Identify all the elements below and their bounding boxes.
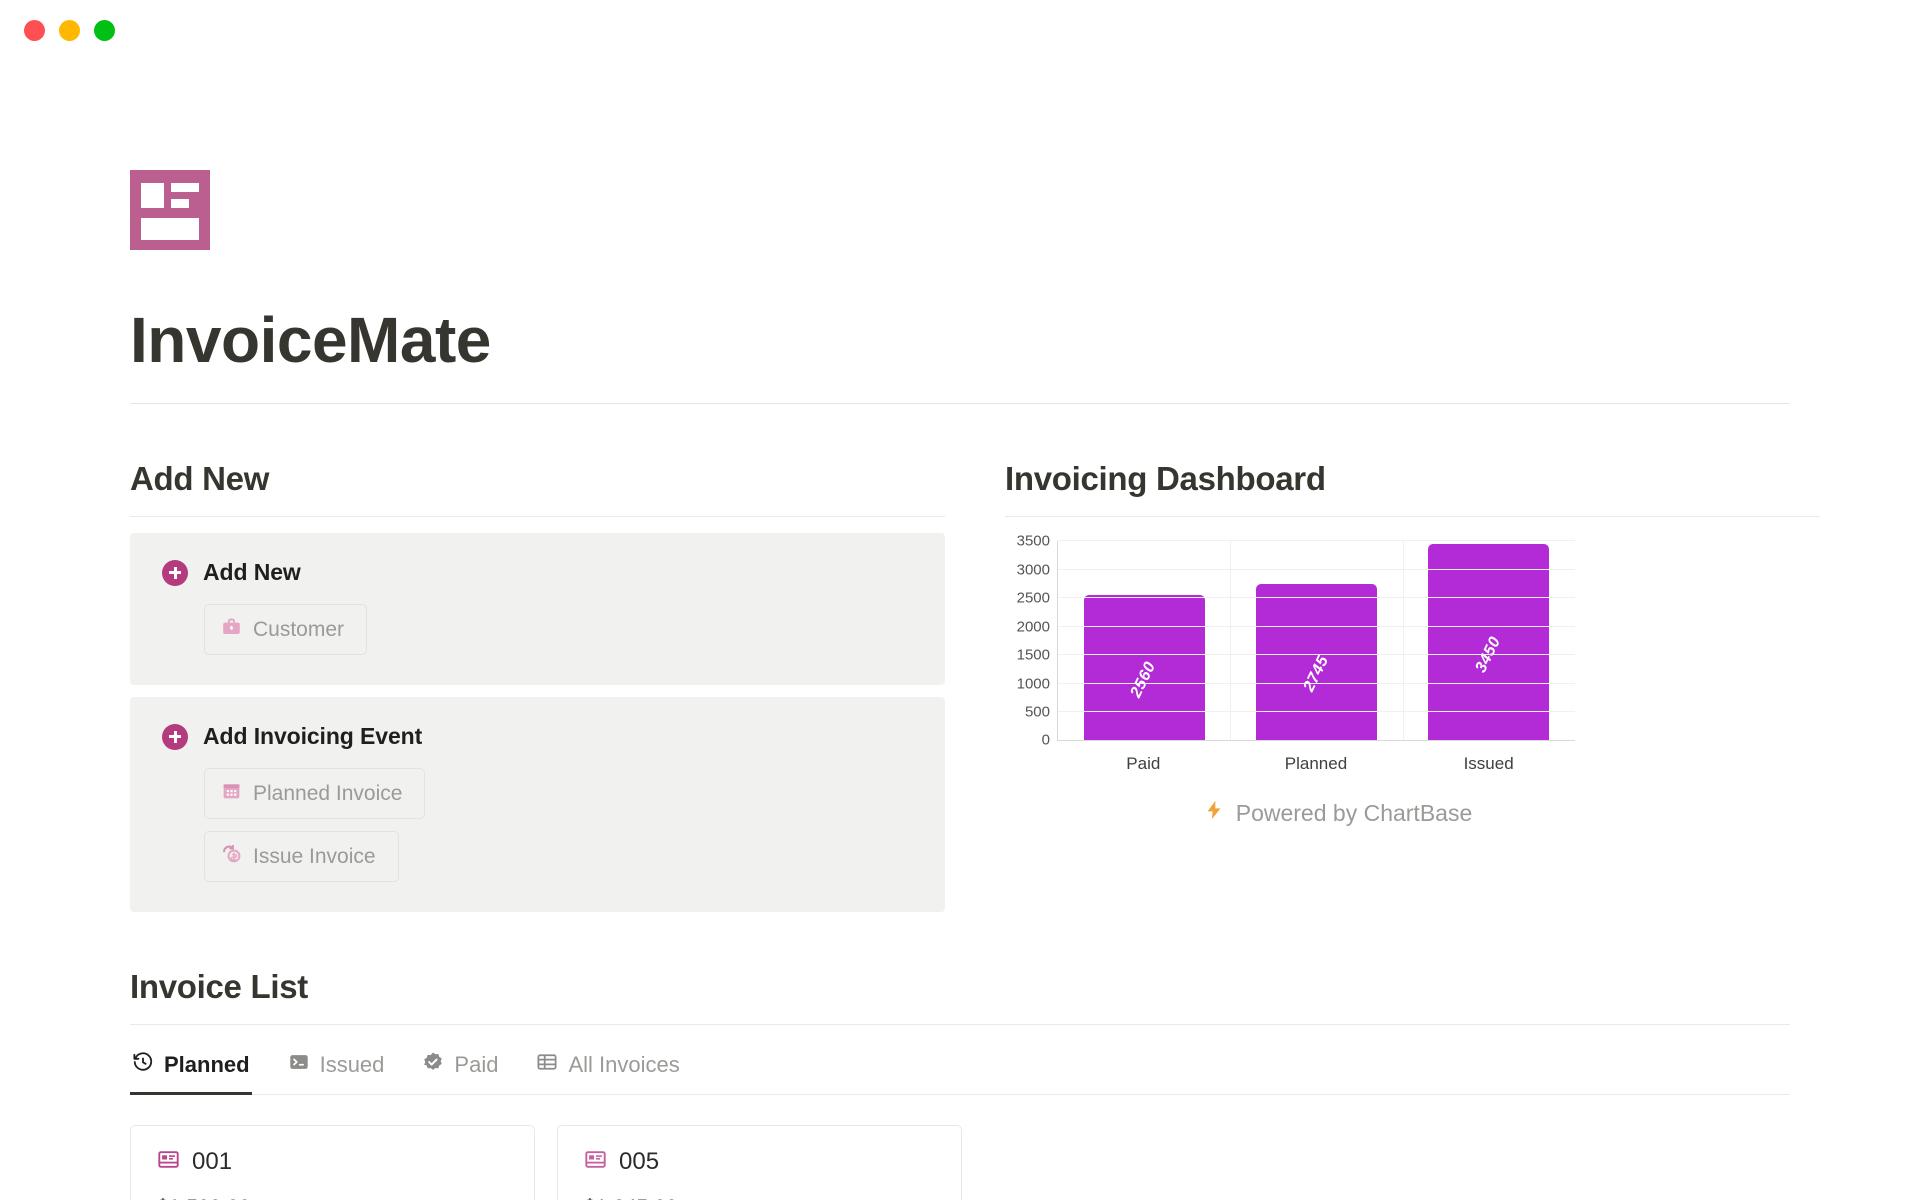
- page-title: InvoiceMate: [130, 305, 1920, 375]
- invoice-amount: $1,500.00: [157, 1196, 508, 1200]
- chart-x-axis-labels: PaidPlannedIssued: [1057, 754, 1575, 774]
- tab-planned[interactable]: Planned: [130, 1045, 252, 1095]
- invoice-list-section: Invoice List Planned: [0, 968, 1920, 1200]
- tab-issued[interactable]: Issued: [286, 1045, 387, 1095]
- chart-bar-value-label: 2560: [1128, 659, 1161, 701]
- chart-y-tick: 2000: [1017, 618, 1050, 635]
- add-customer-label: Customer: [253, 618, 344, 642]
- chart-bar-value-label: 3450: [1472, 634, 1505, 676]
- lightning-bolt-icon: [1203, 798, 1225, 828]
- invoicing-bar-chart: 256027453450 050010001500200025003000350…: [1005, 541, 1820, 828]
- chart-y-tick: 0: [1042, 732, 1050, 749]
- invoice-list-divider: [130, 1024, 1790, 1025]
- chart-y-tick: 3500: [1017, 533, 1050, 550]
- chart-y-tick: 3000: [1017, 561, 1050, 578]
- chart-gridline: [1058, 597, 1575, 598]
- invoice-card-header: 005: [584, 1148, 935, 1176]
- chart-vertical-gridline: [1403, 541, 1404, 740]
- brand-header: InvoiceMate: [0, 60, 1920, 375]
- invoice-card-icon: [130, 170, 210, 250]
- chart-gridline: [1058, 626, 1575, 627]
- dashboard-divider: [1005, 516, 1820, 517]
- chart-bar[interactable]: 2560: [1084, 595, 1205, 741]
- invoice-id: 001: [192, 1148, 232, 1176]
- chart-credit-label: Powered by ChartBase: [1236, 800, 1473, 827]
- chart-gridline: [1058, 540, 1575, 541]
- tab-paid[interactable]: Paid: [420, 1045, 500, 1095]
- invoicing-dashboard-section: Invoicing Dashboard 2560 2745 3450 0 500 100…: [1005, 460, 1820, 828]
- add-invoicing-event-title: Add Invoicing Event: [203, 723, 422, 750]
- chart-bar-value-label: 2745: [1300, 654, 1333, 696]
- chart-credit: Powered by ChartBase: [1005, 798, 1670, 828]
- invoice-amount: $1,245.00: [584, 1196, 935, 1200]
- invoice-card[interactable]: 005 $1,245.00 Due in 8 days Cognit: [557, 1125, 962, 1200]
- plus-circle-icon: [162, 560, 188, 586]
- planned-invoice-label: Planned Invoice: [253, 782, 402, 806]
- window-close-button[interactable]: [24, 20, 45, 41]
- add-new-card: Add New Customer: [130, 533, 945, 685]
- add-new-section: Add New Add New: [130, 460, 945, 912]
- invoice-list-heading: Invoice List: [130, 968, 1790, 1006]
- chart-gridline: [1058, 654, 1575, 655]
- tab-issued-label: Issued: [320, 1052, 385, 1078]
- window-minimize-button[interactable]: [59, 20, 80, 41]
- chart-gridline: [1058, 683, 1575, 684]
- invoice-cards-row: 001 $1,500.00 Seedring: [130, 1125, 1790, 1200]
- chart-bar[interactable]: 2745: [1256, 584, 1377, 740]
- invoice-card-icon: [584, 1148, 607, 1176]
- invoice-card[interactable]: 001 $1,500.00 Seedring: [130, 1125, 535, 1200]
- chart-x-tick: Paid: [1057, 754, 1230, 774]
- coins-refresh-icon: [221, 843, 242, 870]
- chart-y-tick: 1000: [1017, 675, 1050, 692]
- add-new-card-header: Add New: [162, 559, 913, 586]
- chart-plot-area: 256027453450 050010001500200025003000350…: [1057, 541, 1575, 741]
- chart-gridline: [1058, 569, 1575, 570]
- add-new-card-title: Add New: [203, 559, 301, 586]
- chart-gridline: [1058, 711, 1575, 712]
- add-new-heading: Add New: [130, 460, 945, 498]
- add-new-divider: [130, 516, 945, 517]
- briefcase-icon: [221, 616, 242, 643]
- chart-y-tick: 1500: [1017, 647, 1050, 664]
- invoice-id: 005: [619, 1148, 659, 1176]
- tab-planned-label: Planned: [164, 1052, 250, 1078]
- tab-all-invoices-label: All Invoices: [568, 1052, 679, 1078]
- table-icon: [536, 1051, 558, 1079]
- chart-x-tick: Planned: [1230, 754, 1403, 774]
- chart-y-tick: 500: [1025, 703, 1050, 720]
- add-invoicing-event-card: Add Invoicing Event: [130, 697, 945, 912]
- plus-circle-icon: [162, 724, 188, 750]
- history-rewind-icon: [132, 1051, 154, 1079]
- calendar-icon: [221, 780, 242, 807]
- terminal-icon: [288, 1051, 310, 1079]
- dashboard-heading: Invoicing Dashboard: [1005, 460, 1820, 498]
- chart-vertical-gridline: [1230, 541, 1231, 740]
- main-columns: Add New Add New: [0, 460, 1920, 912]
- tab-all-invoices[interactable]: All Invoices: [534, 1045, 681, 1095]
- chart-y-tick: 2500: [1017, 590, 1050, 607]
- invoice-tabs: Planned Issued: [130, 1045, 1790, 1095]
- window-maximize-button[interactable]: [94, 20, 115, 41]
- add-customer-button[interactable]: Customer: [204, 604, 367, 655]
- invoice-card-header: 001: [157, 1148, 508, 1176]
- add-invoicing-event-header: Add Invoicing Event: [162, 723, 913, 750]
- window-titlebar: [0, 0, 1920, 60]
- planned-invoice-button[interactable]: Planned Invoice: [204, 768, 425, 819]
- chart-x-tick: Issued: [1402, 754, 1575, 774]
- verified-badge-icon: [422, 1051, 444, 1079]
- issue-invoice-button[interactable]: Issue Invoice: [204, 831, 399, 882]
- invoice-card-icon: [157, 1148, 180, 1176]
- page-root: InvoiceMate Add New Add New: [0, 60, 1920, 1200]
- issue-invoice-label: Issue Invoice: [253, 845, 376, 869]
- tab-paid-label: Paid: [454, 1052, 498, 1078]
- title-divider: [130, 403, 1790, 404]
